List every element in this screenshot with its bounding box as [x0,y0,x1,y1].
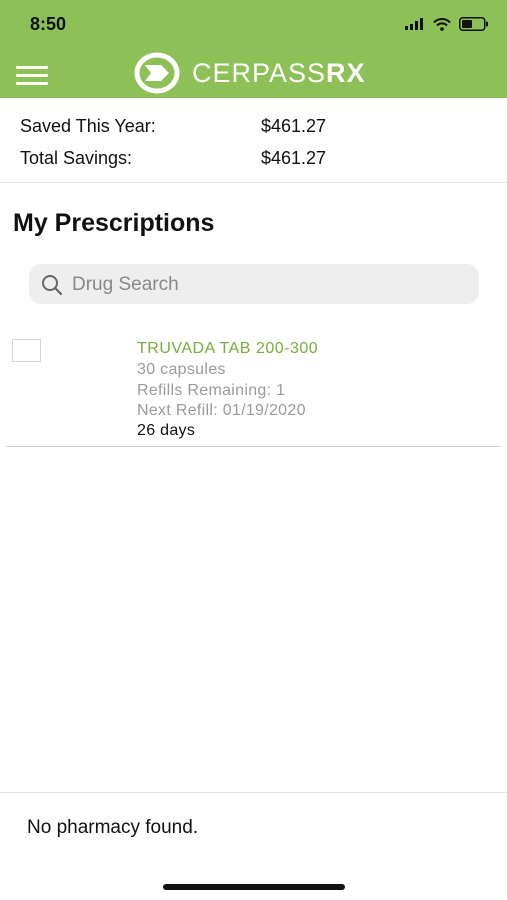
days-remaining: 26 days [137,422,196,439]
logo-mark-icon [134,52,180,94]
wifi-icon [433,17,451,31]
status-time: 8:50 [30,14,67,34]
saved-this-year-label: Saved This Year: [20,116,156,136]
prescription-divider [6,446,501,447]
app-header: 8:50 CERPASSRX [0,0,507,98]
drug-name[interactable]: TRUVADA TAB 200-300 [137,340,318,358]
app-logo: CERPASSRX [134,52,366,94]
logo-text-main: CERPASS [192,57,327,88]
search-bar[interactable] [29,264,479,306]
drug-quantity: 30 capsules [137,361,226,378]
savings-divider [0,182,507,183]
footer-divider [0,792,507,793]
next-refill: Next Refill: 01/19/2020 [137,402,306,419]
total-savings-label: Total Savings: [20,148,133,168]
prescription-checkbox[interactable] [12,339,41,362]
menu-icon[interactable] [16,66,48,86]
refills-remaining: Refills Remaining: 1 [137,382,286,399]
status-icons [405,17,489,31]
pharmacy-status[interactable]: No pharmacy found. [27,817,198,839]
battery-icon [459,17,488,31]
drug-search-input[interactable] [70,264,464,306]
logo-text-suffix: RX [326,57,366,88]
page-title: My Prescriptions [13,209,215,237]
saved-this-year-value: $461.27 [261,116,327,136]
total-savings-value: $461.27 [261,148,327,168]
home-indicator[interactable] [163,884,345,890]
search-icon [42,275,63,296]
signal-icon [405,18,423,30]
